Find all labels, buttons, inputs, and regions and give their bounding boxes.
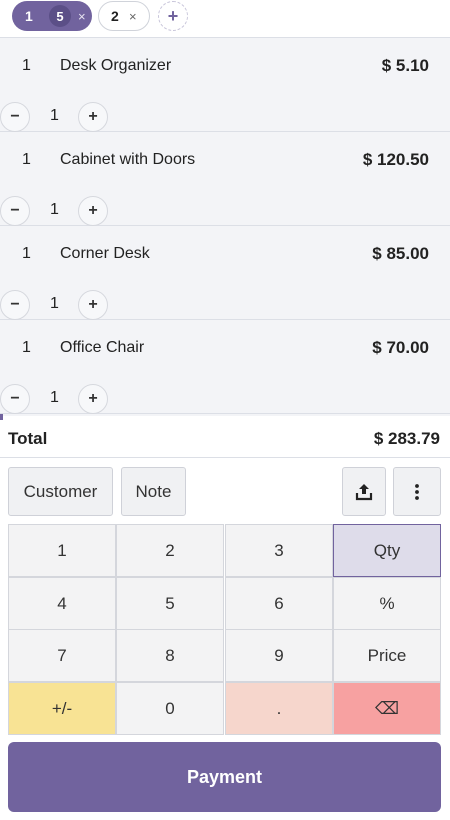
decrease-quantity-button[interactable]: − (0, 102, 30, 132)
decrease-quantity-button[interactable]: − (0, 290, 30, 320)
qty-mode-key[interactable]: Qty (333, 524, 441, 577)
quantity-value: 1 (50, 107, 59, 124)
increase-quantity-button[interactable]: + (78, 384, 108, 414)
numpad-key-4[interactable]: 4 (8, 577, 116, 630)
line-product-name: Corner Desk (60, 245, 150, 262)
order-tab-number: 2 (111, 8, 119, 24)
numpad-key-6[interactable]: 6 (225, 577, 333, 630)
numpad-key-1[interactable]: 1 (8, 524, 116, 577)
order-line[interactable]: 1 Desk Organizer $ 5.10 − 1 + (0, 38, 450, 132)
order-item-count-badge: 5 (49, 5, 71, 27)
numpad: 1 2 3 Qty 4 5 6 % 7 8 9 Price +/- 0 . ⌫ (8, 524, 441, 735)
quantity-stepper: − 1 + (0, 290, 120, 320)
increase-quantity-button[interactable]: + (78, 290, 108, 320)
quantity-value: 1 (50, 295, 59, 312)
line-quantity: 1 (22, 57, 31, 74)
line-price: $ 5.10 (381, 56, 429, 75)
decrease-quantity-button[interactable]: − (0, 384, 30, 414)
decrease-quantity-button[interactable]: − (0, 196, 30, 226)
quantity-stepper: − 1 + (0, 102, 120, 132)
total-label: Total (8, 429, 48, 448)
order-tab-number: 1 (25, 8, 33, 24)
line-quantity: 1 (22, 245, 31, 262)
line-product-name: Desk Organizer (60, 57, 172, 74)
order-line[interactable]: 1 Office Chair $ 70.00 − 1 + (0, 320, 450, 414)
quantity-value: 1 (50, 389, 59, 406)
sign-toggle-key[interactable]: +/- (8, 682, 116, 735)
numpad-key-5[interactable]: 5 (116, 577, 224, 630)
numpad-key-7[interactable]: 7 (8, 629, 116, 682)
numpad-key-8[interactable]: 8 (116, 629, 224, 682)
close-order-icon[interactable]: × (129, 9, 137, 24)
upload-icon (355, 483, 373, 500)
kebab-menu-icon (415, 483, 419, 500)
export-button[interactable] (342, 467, 386, 516)
numpad-key-2[interactable]: 2 (116, 524, 224, 577)
close-order-icon[interactable]: × (78, 9, 86, 24)
numpad-key-0[interactable]: 0 (116, 682, 224, 735)
total-value: $ 283.79 (373, 429, 440, 448)
line-quantity: 1 (22, 339, 31, 356)
order-tab-1[interactable]: 1 5 × (12, 1, 92, 31)
customer-button[interactable]: Customer (8, 467, 113, 516)
discount-mode-key[interactable]: % (333, 577, 441, 630)
backspace-key[interactable]: ⌫ (333, 682, 441, 735)
order-tab-2[interactable]: 2 × (98, 1, 150, 31)
line-product-name: Office Chair (60, 339, 145, 356)
order-line[interactable]: 1 Corner Desk $ 85.00 − 1 + (0, 226, 450, 320)
quantity-value: 1 (50, 201, 59, 218)
numpad-key-3[interactable]: 3 (225, 524, 333, 577)
order-lines-list[interactable]: 1 Desk Organizer $ 5.10 − 1 + 1 Cabinet … (0, 38, 450, 416)
quantity-stepper: − 1 + (0, 196, 120, 226)
numpad-key-9[interactable]: 9 (225, 629, 333, 682)
line-price: $ 70.00 (372, 338, 429, 357)
order-total: Total $ 283.79 (0, 420, 450, 458)
line-quantity: 1 (22, 151, 31, 168)
increase-quantity-button[interactable]: + (78, 196, 108, 226)
more-options-button[interactable] (393, 467, 441, 516)
payment-button[interactable]: Payment (8, 742, 441, 812)
order-line[interactable]: 1 Cabinet with Doors $ 120.50 − 1 + (0, 132, 450, 226)
quantity-stepper: − 1 + (0, 384, 120, 414)
add-order-button[interactable]: + (158, 1, 188, 31)
line-price: $ 120.50 (362, 150, 429, 169)
increase-quantity-button[interactable]: + (78, 102, 108, 132)
price-mode-key[interactable]: Price (333, 629, 441, 682)
line-price: $ 85.00 (372, 244, 429, 263)
order-tabs: 1 5 × 2 × + (0, 0, 450, 38)
note-button[interactable]: Note (121, 467, 186, 516)
line-product-name: Cabinet with Doors (60, 151, 196, 168)
decimal-point-key[interactable]: . (225, 682, 333, 735)
